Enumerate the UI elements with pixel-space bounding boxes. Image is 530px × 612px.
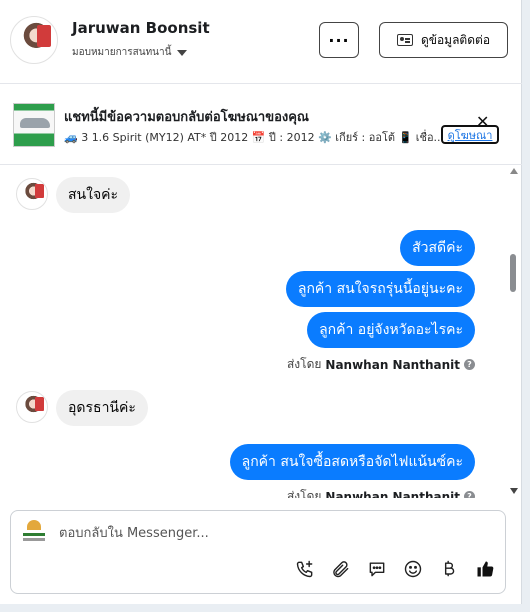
ad-banner-title: แชทนี้มีข้อความตอบกลับต่อโฆษณาของคุณ — [64, 110, 309, 125]
conversation-panel: Jaruwan Boonsit มอบหมายการสนทนานี้ ··· ด… — [0, 0, 522, 604]
help-icon[interactable]: ? — [464, 491, 475, 498]
assign-conversation-dropdown[interactable]: มอบหมายการสนทนานี้ — [72, 45, 188, 60]
assign-label: มอบหมายการสนทนานี้ — [72, 47, 172, 58]
call-add-icon[interactable] — [293, 557, 317, 581]
emoji-icon[interactable] — [401, 557, 425, 581]
conversation-header: Jaruwan Boonsit มอบหมายการสนทนานี้ ··· ด… — [0, 0, 522, 84]
help-icon[interactable]: ? — [464, 359, 475, 370]
sent-by-name: Nanwhan Nanthanit — [325, 489, 460, 499]
sent-by-label: ส่งโดย Nanwhan Nanthanit ? — [287, 355, 475, 374]
contact-name[interactable]: Jaruwan Boonsit — [72, 19, 210, 37]
outgoing-message[interactable]: ลูกค้า สนใจรถรุ่นนี้อยู่นะคะ — [285, 271, 475, 307]
scroll-thumb[interactable] — [510, 254, 516, 292]
contact-card-icon — [396, 34, 413, 46]
sender-avatar[interactable] — [16, 178, 48, 210]
more-options-button[interactable]: ··· — [319, 22, 359, 58]
scroll-up-icon[interactable] — [510, 168, 518, 174]
paperclip-icon[interactable] — [329, 557, 353, 581]
outgoing-message[interactable]: สัวสดีค่ะ — [400, 230, 475, 266]
reply-composer — [10, 510, 506, 594]
ad-thumbnail — [13, 103, 55, 147]
baht-icon[interactable] — [437, 557, 461, 581]
outgoing-message[interactable]: ลูกค้า อยู่จังหวัดอะไรคะ — [307, 312, 475, 348]
message-scrollbar[interactable] — [506, 166, 522, 498]
message-thread: สนใจค่ะ สัวสดีค่ะ ลูกค้า สนใจรถรุ่นนี้อย… — [0, 166, 506, 498]
sender-avatar[interactable] — [16, 391, 48, 423]
caret-down-icon — [177, 49, 188, 56]
saved-replies-icon[interactable] — [365, 557, 389, 581]
sent-by-prefix: ส่งโดย — [286, 357, 322, 371]
incoming-message[interactable]: อุดรธานีค่ะ — [56, 390, 148, 426]
view-ad-link[interactable]: ดูโฆษณา — [441, 125, 499, 144]
page-logo-icon — [21, 520, 47, 542]
outgoing-message[interactable]: ลูกค้า สนใจซื้อสดหรือจัดไฟแน้นซ์คะ — [229, 444, 475, 480]
sent-by-prefix: ส่งโดย — [286, 489, 322, 498]
reply-input[interactable] — [59, 523, 479, 543]
sent-by-label: ส่งโดย Nanwhan Nanthanit ? — [287, 487, 475, 498]
ad-reply-banner: แชทนี้มีข้อความตอบกลับต่อโฆษณาของคุณ 🚙 3… — [0, 85, 522, 165]
close-icon[interactable]: ✕ — [476, 114, 489, 130]
thumbs-up-icon[interactable] — [473, 557, 497, 581]
scroll-down-icon[interactable] — [510, 488, 518, 494]
contact-info-label: ดูข้อมูลติดต่อ — [420, 32, 491, 47]
incoming-message[interactable]: สนใจค่ะ — [56, 177, 131, 213]
contact-avatar[interactable] — [10, 16, 58, 64]
ad-banner-detail: 🚙 3 1.6 Spirit (MY12) AT* ปี 2012 📅 ปี :… — [64, 131, 440, 144]
view-contact-info-button[interactable]: ดูข้อมูลติดต่อ — [379, 22, 508, 58]
sent-by-name: Nanwhan Nanthanit — [325, 357, 460, 372]
